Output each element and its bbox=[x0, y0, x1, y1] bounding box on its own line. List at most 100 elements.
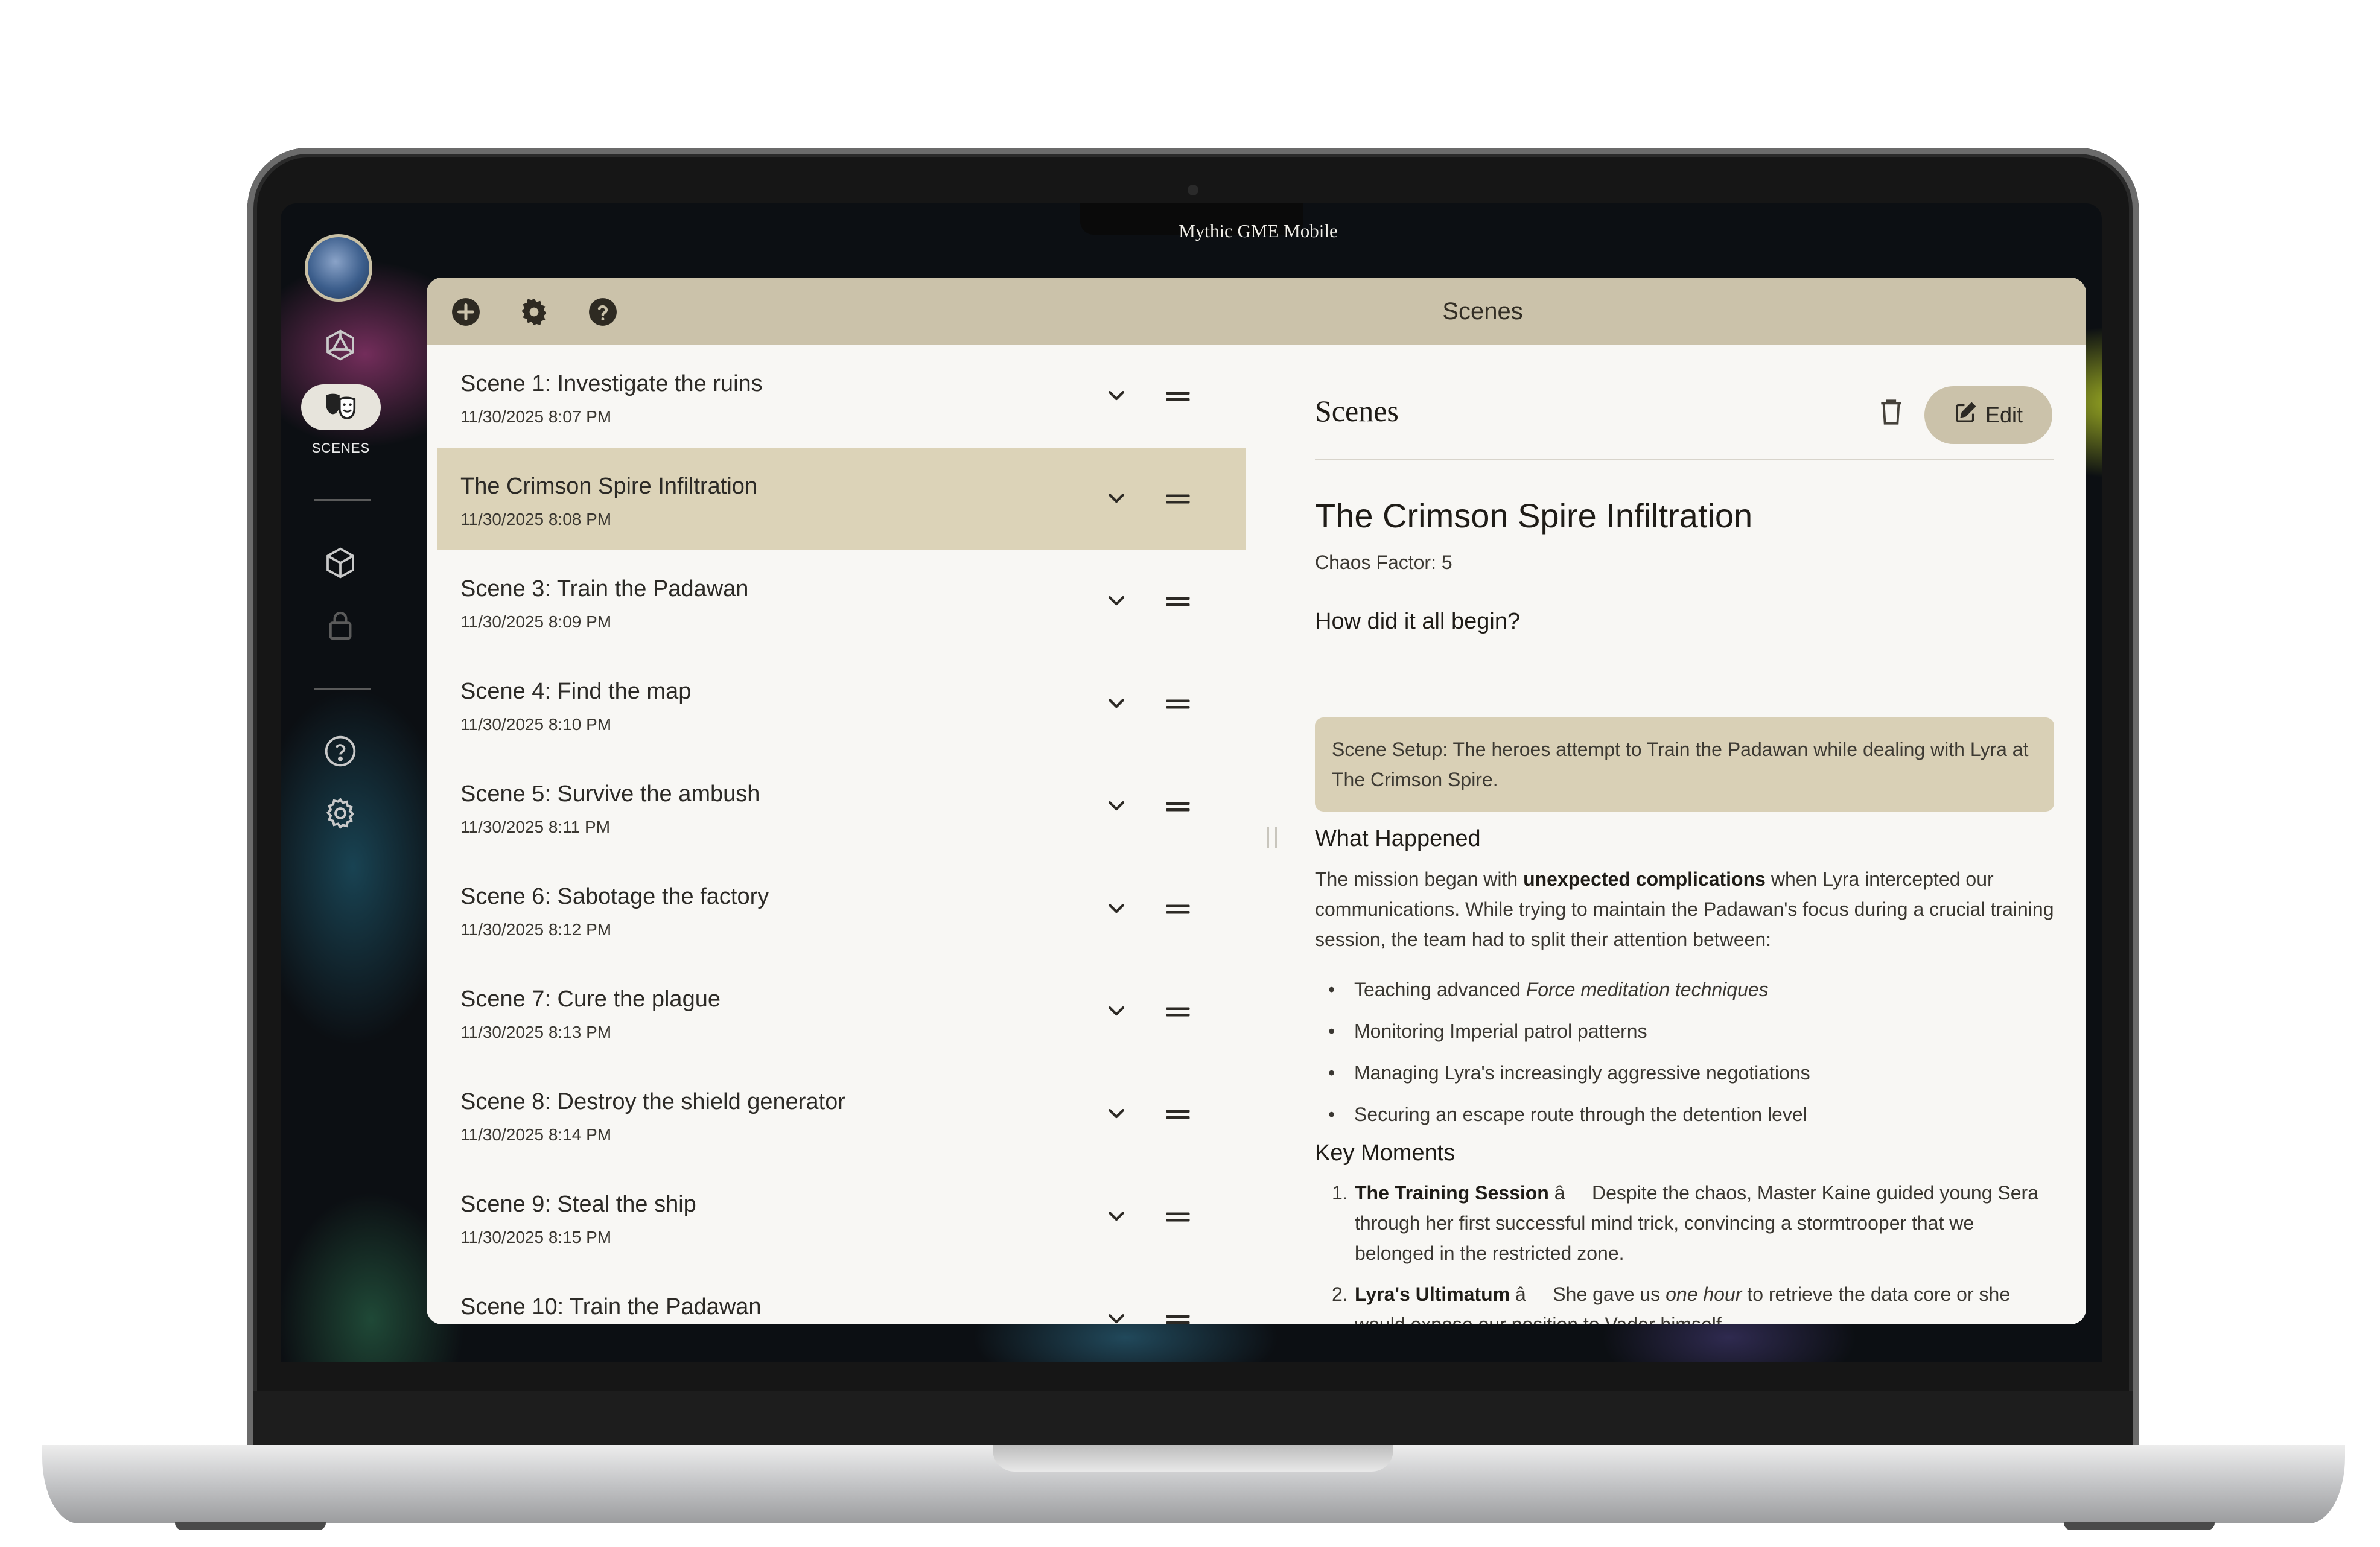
chevron-down-icon[interactable] bbox=[1100, 790, 1133, 823]
add-scene-button[interactable] bbox=[450, 296, 482, 328]
chevron-down-icon[interactable] bbox=[1100, 688, 1133, 720]
scene-date: 11/30/2025 8:15 PM bbox=[460, 1228, 612, 1247]
scene-title: Scene 8: Destroy the shield generator bbox=[460, 1089, 845, 1114]
scene-list-item[interactable]: Scene 1: Investigate the ruins 11/30/2025… bbox=[438, 345, 1246, 448]
scene-title: Scene 6: Sabotage the factory bbox=[460, 884, 769, 909]
settings-button[interactable] bbox=[518, 296, 550, 328]
scene-title: Scene 5: Survive the ambush bbox=[460, 781, 760, 807]
chevron-down-icon[interactable] bbox=[1100, 380, 1133, 413]
moment-separator: â bbox=[1510, 1283, 1553, 1305]
scene-date: 11/30/2025 8:10 PM bbox=[460, 715, 612, 734]
bullet-text: Securing an escape route through the det… bbox=[1354, 1104, 1807, 1125]
camera-dot bbox=[1188, 185, 1198, 195]
bullet-text-italic: Force meditation techniques bbox=[1526, 979, 1769, 1000]
avatar[interactable] bbox=[305, 234, 372, 302]
scene-date: 11/30/2025 8:12 PM bbox=[460, 920, 612, 939]
scene-title: Scene 10: Train the Padawan bbox=[460, 1294, 762, 1320]
drag-handle-icon[interactable] bbox=[1162, 996, 1194, 1028]
scene-title: Scene 9: Steal the ship bbox=[460, 1192, 696, 1217]
moment-separator: â bbox=[1548, 1182, 1592, 1204]
drag-handle-icon[interactable] bbox=[1162, 1303, 1194, 1324]
what-happened-heading: What Happened bbox=[1315, 826, 1481, 851]
scenes-window: Scenes Scene 1: Investigate the ruins 11/… bbox=[427, 278, 2086, 1324]
dice-icon[interactable] bbox=[316, 321, 364, 369]
lock-icon bbox=[316, 602, 364, 650]
scene-title: Scene 4: Find the map bbox=[460, 679, 692, 704]
key-moments-heading: Key Moments bbox=[1315, 1140, 1456, 1166]
chevron-down-icon[interactable] bbox=[1100, 996, 1133, 1028]
drag-handle-icon[interactable] bbox=[1162, 483, 1194, 515]
chevron-down-icon[interactable] bbox=[1100, 483, 1133, 515]
scene-name: The Crimson Spire Infiltration bbox=[1315, 497, 1753, 535]
scene-detail-pane: Scenes Edit The Crimson Spire Infiltrati… bbox=[1315, 345, 2054, 1324]
scene-setup-text: Scene Setup: The heroes attempt to Train… bbox=[1332, 739, 2029, 790]
moment-number: 1. bbox=[1332, 1182, 1348, 1204]
moment-text-italic: one hour bbox=[1666, 1283, 1742, 1305]
scene-title: Scene 7: Cure the plague bbox=[460, 986, 721, 1012]
moment-title: The Training Session bbox=[1355, 1182, 1549, 1204]
scene-date: 11/30/2025 8:07 PM bbox=[460, 407, 612, 426]
scene-list-item[interactable]: Scene 6: Sabotage the factory 11/30/2025 … bbox=[438, 858, 1246, 961]
chevron-down-icon[interactable] bbox=[1100, 893, 1133, 926]
chevron-down-icon[interactable] bbox=[1100, 585, 1133, 618]
cube-icon[interactable] bbox=[316, 539, 364, 587]
drag-handle-icon[interactable] bbox=[1162, 1201, 1194, 1233]
drag-handle-icon[interactable] bbox=[1162, 790, 1194, 823]
edit-button-label: Edit bbox=[1985, 402, 2023, 427]
help-icon[interactable] bbox=[316, 727, 364, 775]
laptop-foot-right bbox=[2064, 1522, 2215, 1530]
help-button[interactable] bbox=[587, 296, 619, 328]
rail-divider bbox=[314, 688, 371, 690]
bullet-text: Teaching advanced bbox=[1354, 979, 1526, 1000]
scene-list-item[interactable]: Scene 10: Train the Padawan bbox=[438, 1268, 1246, 1324]
drag-handle-icon[interactable] bbox=[1162, 893, 1194, 926]
scene-date: 11/30/2025 8:08 PM bbox=[460, 510, 612, 529]
detail-divider bbox=[1315, 459, 2054, 460]
what-happened-text: The mission began with unexpected compli… bbox=[1315, 864, 2054, 955]
what-text-bold: unexpected complications bbox=[1523, 868, 1766, 890]
scene-list-item[interactable]: Scene 7: Cure the plague 11/30/2025 8:13 … bbox=[438, 961, 1246, 1063]
drag-handle-icon[interactable] bbox=[1162, 1098, 1194, 1131]
chevron-down-icon[interactable] bbox=[1100, 1303, 1133, 1324]
scene-list-item[interactable]: Scene 9: Steal the ship 11/30/2025 8:15 P… bbox=[438, 1166, 1246, 1268]
bullet-text: Managing Lyra's increasingly aggressive … bbox=[1354, 1062, 1810, 1084]
scene-list-item[interactable]: Scene 8: Destroy the shield generator 11/… bbox=[438, 1063, 1246, 1166]
toolbar: Scenes bbox=[427, 278, 2086, 345]
begin-heading: How did it all begin? bbox=[1315, 609, 1521, 634]
detail-heading: Scenes bbox=[1315, 394, 1399, 428]
drag-handle-icon[interactable] bbox=[1162, 380, 1194, 413]
edit-button[interactable]: Edit bbox=[1924, 386, 2052, 444]
toolbar-title: Scenes bbox=[1442, 298, 1523, 325]
scene-list-item[interactable]: The Crimson Spire Infiltration 11/30/2025… bbox=[438, 448, 1246, 550]
scene-date: 11/30/2025 8:11 PM bbox=[460, 818, 611, 836]
scene-date: 11/30/2025 8:14 PM bbox=[460, 1125, 612, 1144]
screen-bezel-bottom bbox=[253, 1391, 2133, 1450]
nav-rail: SCENES bbox=[296, 232, 386, 974]
scene-date: 11/30/2025 8:09 PM bbox=[460, 612, 612, 631]
scene-list-item[interactable]: Scene 3: Train the Padawan 11/30/2025 8:0… bbox=[438, 550, 1246, 653]
laptop-base-notch bbox=[993, 1445, 1393, 1472]
chevron-down-icon[interactable] bbox=[1100, 1201, 1133, 1233]
delete-button[interactable] bbox=[1876, 396, 1906, 430]
nav-item-scenes-label: SCENES bbox=[311, 440, 371, 456]
chaos-factor: Chaos Factor: 5 bbox=[1315, 551, 1452, 573]
drag-handle-icon[interactable] bbox=[1162, 585, 1194, 618]
bullet-text: Monitoring Imperial patrol patterns bbox=[1354, 1020, 1647, 1042]
chevron-down-icon[interactable] bbox=[1100, 1098, 1133, 1131]
split-drag-handle[interactable] bbox=[1267, 827, 1277, 848]
moment-text: She gave us bbox=[1553, 1283, 1666, 1305]
scene-date: 11/30/2025 8:13 PM bbox=[460, 1023, 612, 1041]
settings-icon[interactable] bbox=[316, 789, 364, 837]
scene-list-item[interactable]: Scene 5: Survive the ambush 11/30/2025 8:… bbox=[438, 755, 1246, 858]
scene-list-item[interactable]: Scene 4: Find the map 11/30/2025 8:10 PM bbox=[438, 653, 1246, 755]
nav-item-scenes[interactable] bbox=[301, 384, 381, 430]
scene-title: The Crimson Spire Infiltration bbox=[460, 474, 758, 499]
moment-number: 2. bbox=[1332, 1283, 1348, 1305]
rail-divider bbox=[314, 499, 371, 501]
scene-title: Scene 3: Train the Padawan bbox=[460, 576, 749, 602]
drag-handle-icon[interactable] bbox=[1162, 688, 1194, 720]
laptop-foot-left bbox=[175, 1522, 326, 1530]
scene-list: Scene 1: Investigate the ruins 11/30/2025… bbox=[438, 345, 1246, 1324]
scene-title: Scene 1: Investigate the ruins bbox=[460, 371, 763, 396]
moment-title: Lyra's Ultimatum bbox=[1355, 1283, 1510, 1305]
